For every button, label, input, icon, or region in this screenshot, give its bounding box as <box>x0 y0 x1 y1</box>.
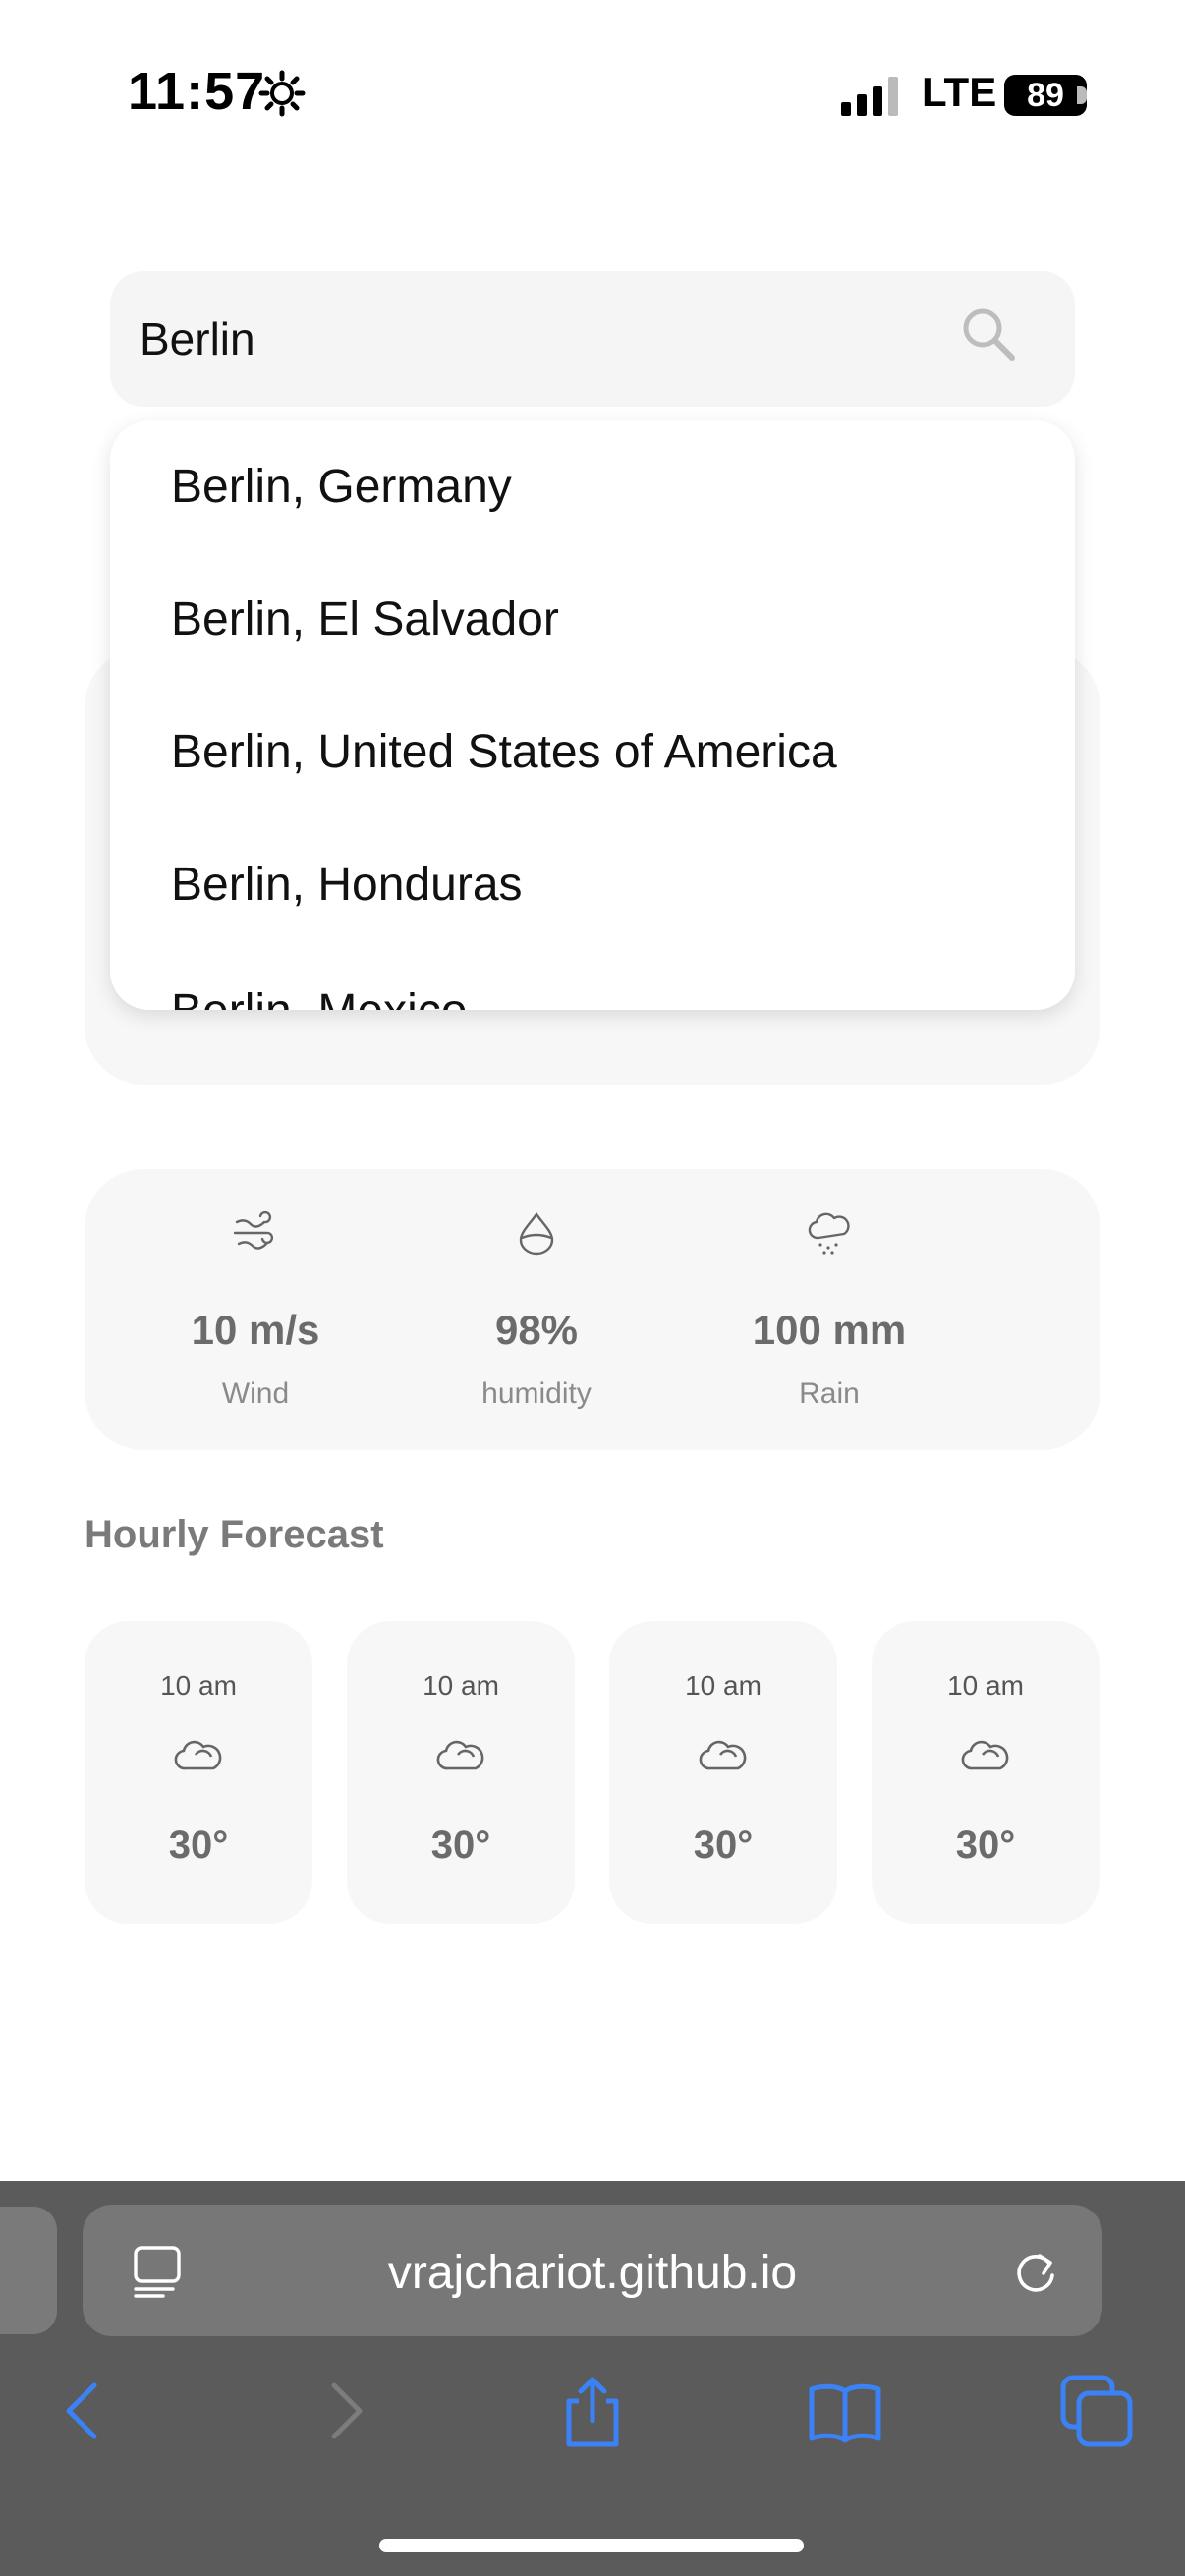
forward-icon[interactable] <box>305 2374 379 2448</box>
stat-wind: 10 m/s Wind <box>128 1169 383 1450</box>
weather-stats-card: 10 m/s Wind 98% humidity 100 mm Rain <box>85 1169 1100 1450</box>
stat-rain: 100 mm Rain <box>702 1169 957 1450</box>
signal-icon <box>841 77 898 116</box>
suggestion-item[interactable]: Berlin, Honduras <box>171 858 523 912</box>
hour-time: 10 am <box>160 1670 237 1701</box>
cloud-icon <box>436 1740 484 1770</box>
stat-value: 10 m/s <box>191 1307 320 1353</box>
cloud-icon <box>961 1740 1009 1770</box>
stat-value: 98% <box>494 1307 579 1353</box>
hour-temp: 30° <box>168 1823 229 1867</box>
search-input[interactable] <box>140 271 945 407</box>
hourly-forecast-title: Hourly Forecast <box>85 1513 384 1556</box>
tabs-icon[interactable] <box>1059 2374 1134 2448</box>
browser-toolbar: vrajchariot.github.io <box>0 2181 1185 2576</box>
share-icon[interactable] <box>555 2374 630 2448</box>
status-bar: 11:57 LTE 89 <box>0 0 1185 196</box>
stat-value: 100 mm <box>752 1307 907 1353</box>
hourly-card: 10 am 30° <box>347 1621 575 1924</box>
bookmarks-icon[interactable] <box>808 2374 882 2448</box>
stat-label: Wind <box>221 1377 290 1410</box>
cloud-icon <box>174 1740 222 1770</box>
hour-temp: 30° <box>430 1823 491 1867</box>
hour-time: 10 am <box>685 1670 762 1701</box>
suggestion-item[interactable]: Berlin, United States of America <box>171 725 837 779</box>
stat-label: humidity <box>481 1377 592 1410</box>
suggestion-item[interactable]: Berlin, Germany <box>171 460 512 514</box>
hourly-card: 10 am 30° <box>609 1621 837 1924</box>
search-icon[interactable] <box>955 301 1024 369</box>
url-text[interactable]: vrajchariot.github.io <box>83 2246 1102 2300</box>
hour-time: 10 am <box>423 1670 499 1701</box>
network-label: LTE <box>922 69 997 115</box>
battery-tip <box>1077 86 1087 104</box>
suggestions-dropdown: Berlin, Germany Berlin, El Salvador Berl… <box>110 420 1075 1010</box>
hour-temp: 30° <box>955 1823 1016 1867</box>
address-bar[interactable]: vrajchariot.github.io <box>83 2205 1102 2336</box>
stat-label: Rain <box>799 1377 860 1410</box>
reload-icon[interactable] <box>1010 2246 1061 2297</box>
hour-time: 10 am <box>947 1670 1024 1701</box>
hourly-card: 10 am 30° <box>872 1621 1100 1924</box>
humidity-drop-icon <box>519 1211 554 1256</box>
stat-humidity: 98% humidity <box>409 1169 664 1450</box>
battery-level: 89 <box>1004 75 1087 116</box>
previous-tab-preview[interactable] <box>0 2207 57 2334</box>
cloud-icon <box>699 1740 747 1770</box>
gear-icon <box>258 70 306 117</box>
home-indicator[interactable] <box>379 2539 804 2552</box>
search-bar[interactable] <box>110 271 1075 407</box>
suggestion-item[interactable]: Berlin, Mexico <box>171 984 467 1010</box>
suggestion-item[interactable]: Berlin, El Salvador <box>171 592 559 646</box>
rain-cloud-icon <box>808 1212 850 1255</box>
wind-icon <box>233 1210 274 1250</box>
hour-temp: 30° <box>693 1823 754 1867</box>
back-icon[interactable] <box>49 2374 124 2448</box>
hourly-card: 10 am 30° <box>85 1621 312 1924</box>
status-time: 11:57 <box>128 62 266 121</box>
